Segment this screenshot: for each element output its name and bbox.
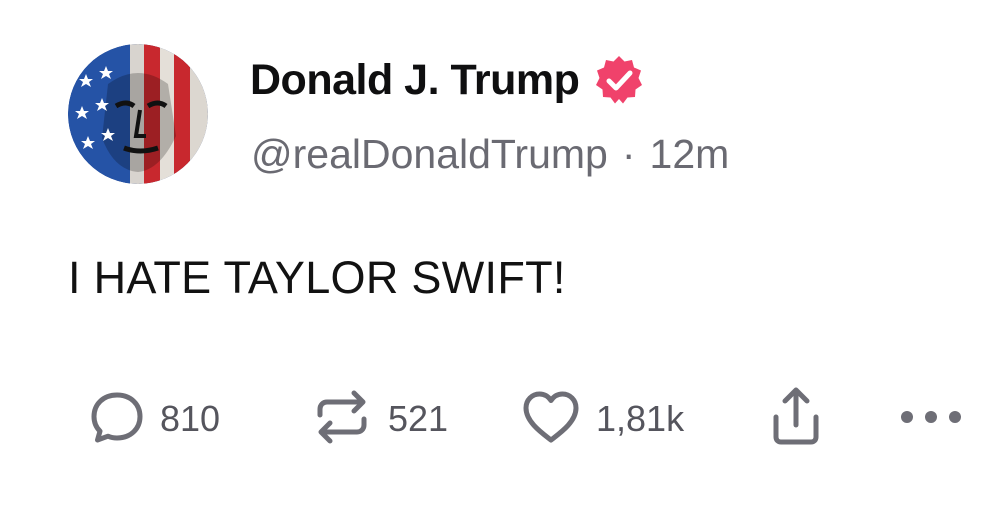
author-name-row: Donald J. Trump [250,52,645,108]
like-button[interactable]: 1,81k [520,384,684,454]
reply-count: 810 [160,398,221,439]
post-card: Donald J. Trump @realDonaldTrump · 12m I… [0,0,1000,512]
avatar-image [68,44,208,184]
more-options-button[interactable] [898,384,964,454]
like-icon [520,388,582,451]
repost-button[interactable]: 521 [310,384,448,454]
author-handle[interactable]: @realDonaldTrump [251,131,608,178]
verified-badge-icon [593,54,645,106]
share-icon [764,385,828,454]
action-bar: 810 521 1,81k [0,384,1000,454]
meta-separator: · [621,130,636,177]
display-name[interactable]: Donald J. Trump [250,56,580,105]
like-count: 1,81k [596,398,685,439]
reply-icon [88,388,146,451]
reply-button[interactable]: 810 [88,384,220,454]
more-icon [898,407,964,432]
repost-icon [310,385,374,454]
post-time[interactable]: 12m [650,131,730,178]
share-button[interactable] [764,384,828,454]
post-text: I HATE TAYLOR SWIFT! [68,252,566,303]
author-meta: @realDonaldTrump · 12m [251,128,729,180]
avatar[interactable] [68,44,208,184]
repost-count: 521 [388,398,449,439]
